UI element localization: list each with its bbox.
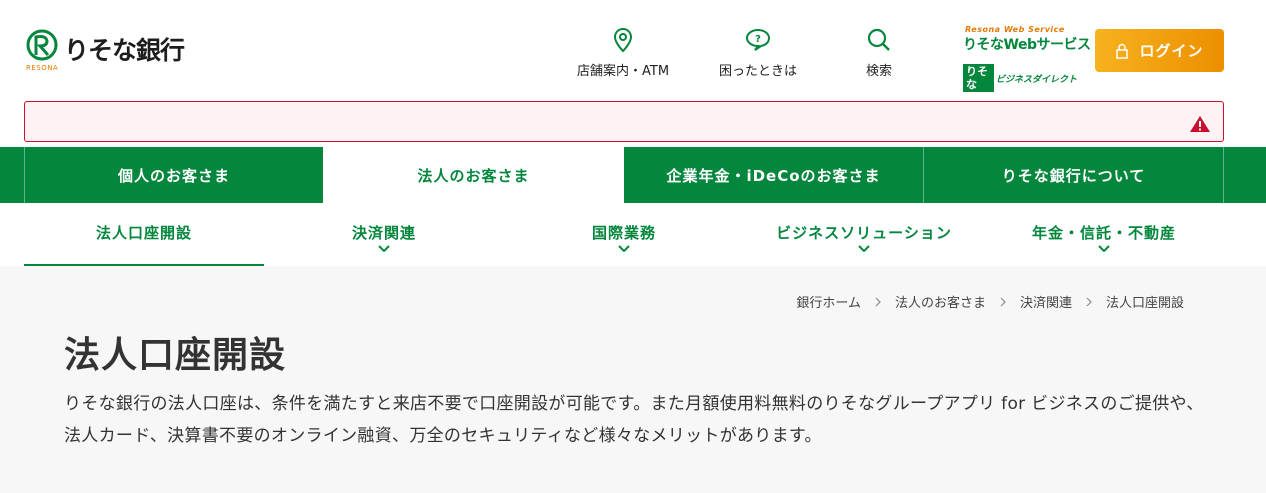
- subnav-settlement-label: 決済関連: [351, 224, 416, 242]
- login-button[interactable]: ログイン: [1095, 29, 1224, 72]
- business-direct-link[interactable]: りそな ビジネスダイレクト: [963, 64, 1077, 92]
- search-label: 検索: [866, 64, 893, 79]
- breadcrumb: 銀行ホーム 法人のお客さま 決済関連 法人口座開設: [796, 292, 1184, 311]
- resona-logo[interactable]: RESONA りそな銀行: [26, 29, 185, 73]
- breadcrumb-settlement[interactable]: 決済関連: [1020, 292, 1072, 311]
- login-label: ログイン: [1139, 42, 1204, 60]
- subnav-settlement[interactable]: 決済関連: [264, 203, 504, 266]
- tab-corporate-label: 法人のお客さま: [417, 166, 530, 185]
- chevron-down-icon: [618, 245, 630, 253]
- subnav-international-label: 国際業務: [591, 224, 656, 242]
- subnav-account-opening-label: 法人口座開設: [95, 224, 192, 242]
- breadcrumb-corporate[interactable]: 法人のお客さま: [895, 292, 986, 311]
- web-service-links[interactable]: Resona Web Service りそなWebサービス りそな ビジネスダイ…: [963, 25, 1091, 92]
- store-atm-label: 店舗案内・ATM: [577, 64, 670, 79]
- web-service-title: りそなWebサービス: [963, 37, 1091, 53]
- chevron-down-icon: [858, 245, 870, 253]
- chevron-right-icon: [875, 297, 881, 307]
- site-header: RESONA りそな銀行 店舗案内・ATM ? 困ったときは 検索 Resona…: [0, 0, 1266, 101]
- breadcrumb-current: 法人口座開設: [1105, 296, 1184, 311]
- page-lead: りそな銀行の法人口座は、条件を満たすと来店不要で口座開設が可能です。また月額使用…: [64, 394, 1204, 446]
- page-title: 法人口座開設: [64, 335, 287, 376]
- tab-about[interactable]: りそな銀行について: [923, 147, 1224, 203]
- help-link[interactable]: ? 困ったときは: [719, 26, 797, 79]
- store-atm-link[interactable]: 店舗案内・ATM: [577, 26, 669, 79]
- logo-sub-text: RESONA: [26, 64, 59, 72]
- chevron-right-icon: [1000, 297, 1006, 307]
- tab-personal[interactable]: 個人のお客さま: [24, 147, 323, 203]
- subnav-business-solutions-label: ビジネスソリューション: [776, 224, 952, 242]
- help-label: 困ったときは: [719, 64, 798, 79]
- warning-icon: [1189, 115, 1211, 137]
- tab-pension-ideco-label: 企業年金・iDeCoのお客さま: [666, 166, 881, 185]
- chevron-down-icon: [1098, 245, 1110, 253]
- chevron-down-icon: [378, 245, 390, 253]
- search-link[interactable]: 検索: [866, 26, 892, 79]
- tab-pension-ideco[interactable]: 企業年金・iDeCoのお客さま: [624, 147, 923, 203]
- tab-corporate[interactable]: 法人のお客さま: [323, 147, 624, 203]
- logo-text: りそな銀行: [64, 36, 185, 65]
- lock-icon: [1115, 43, 1129, 59]
- subnav-pension-trust-realestate-label: 年金・信託・不動産: [1031, 224, 1176, 242]
- subnav-business-solutions[interactable]: ビジネスソリューション: [744, 203, 984, 266]
- subnav-international[interactable]: 国際業務: [504, 203, 744, 266]
- question-bubble-icon: ?: [745, 26, 771, 54]
- chevron-right-icon: [1086, 297, 1092, 307]
- alert-banner: [24, 101, 1224, 142]
- map-pin-icon: [613, 26, 633, 54]
- tab-about-label: りそな銀行について: [1001, 166, 1146, 185]
- resona-mark-icon: RESONA: [26, 29, 58, 73]
- business-direct-text: ビジネスダイレクト: [995, 74, 1077, 85]
- sub-nav: 法人口座開設 決済関連 国際業務 ビジネスソリューション 年金・信託・不動産: [0, 203, 1266, 266]
- tab-personal-label: 個人のお客さま: [117, 166, 230, 185]
- search-icon: [866, 26, 892, 54]
- svg-text:?: ?: [755, 34, 761, 45]
- main-nav: 個人のお客さま 法人のお客さま 企業年金・iDeCoのお客さま りそな銀行につい…: [0, 147, 1266, 203]
- subnav-account-opening[interactable]: 法人口座開設: [24, 203, 264, 266]
- breadcrumb-bank-home[interactable]: 銀行ホーム: [796, 292, 861, 311]
- business-direct-badge: りそな: [963, 64, 994, 92]
- main-content: 銀行ホーム 法人のお客さま 決済関連 法人口座開設 法人口座開設 りそな銀行の法…: [0, 266, 1266, 493]
- subnav-pension-trust-realestate[interactable]: 年金・信託・不動産: [984, 203, 1224, 266]
- web-service-top: Resona Web Service: [965, 25, 1065, 34]
